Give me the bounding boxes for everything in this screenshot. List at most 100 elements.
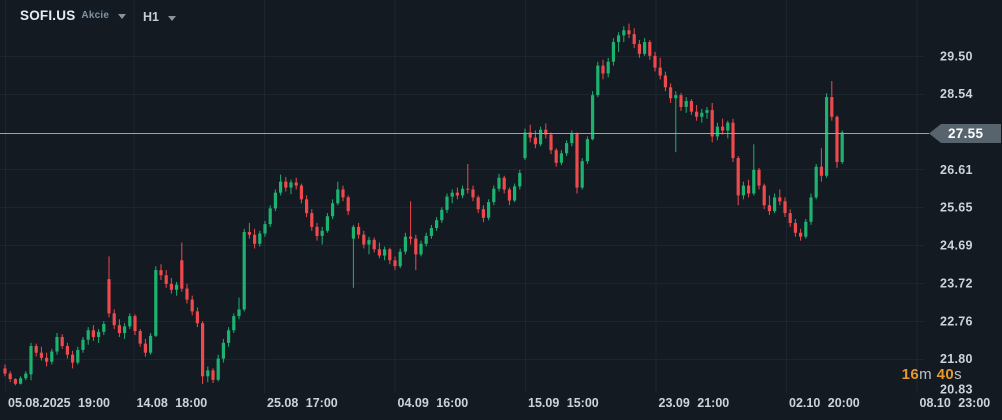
candle-body [227,330,230,343]
candle-body [118,325,121,333]
candle-body [76,350,79,363]
candle-body [581,161,584,187]
candle-body [440,210,443,220]
candle-body [716,127,719,137]
candle-body [497,178,500,189]
candle-body [154,270,157,336]
candle-body [300,186,303,200]
instrument-type-label: Akcie [81,10,109,21]
candle-body [55,337,58,352]
candle-body [279,182,282,193]
candle-body [471,190,474,198]
candle-body [492,189,495,202]
candle-body [35,346,38,353]
candle-body [165,275,168,284]
trading-chart-window: 05.08.2025 19:0014.08 18:0025.08 17:0004… [0,0,1002,420]
candle-body [695,112,698,117]
y-axis-tick-label: 25.65 [940,201,973,215]
candle-body [612,42,615,62]
candle-body [617,35,620,42]
candle-body [399,252,402,267]
candle-body [243,232,246,309]
candle-body [378,249,381,255]
candle-body [513,186,516,200]
candle-body [284,182,287,188]
time-axis[interactable]: 05.08.2025 19:0014.08 18:0025.08 17:0004… [8,396,990,410]
candle-body [565,143,568,153]
candle-body [347,197,350,211]
candle-body [367,240,370,245]
candle-body [752,170,755,194]
symbol-selector[interactable]: SOFI.US Akcie [20,8,126,23]
bar-close-countdown: 16m 40s [902,366,962,383]
timeframe-selector[interactable]: H1 [143,10,176,24]
candle-body [430,228,433,236]
candle-body [700,113,703,117]
price-axis[interactable]: 29.5028.5426.6125.6524.6923.7222.7621.80… [940,49,973,396]
candle-body [783,201,786,213]
candle-body [29,346,32,374]
candle-body [523,133,526,159]
candle-body [570,134,573,143]
candle-body [690,101,693,112]
x-axis-tick-label: 05.08.2025 19:00 [8,396,110,410]
y-axis-tick-label: 23.72 [940,277,973,291]
candle-body [180,260,183,288]
candle-body [352,227,355,239]
candle-body [555,150,558,163]
candle-body [461,189,464,196]
y-axis-tick-label: 21.80 [940,352,973,366]
candle-body [830,97,833,117]
candle-body [92,330,95,337]
candle-body [144,344,147,353]
candle-body [757,170,760,186]
candle-body [664,75,667,87]
candle-body [24,374,27,379]
candle-body [305,199,308,213]
candle-body [648,42,651,56]
candle-body [107,279,110,313]
candle-body [222,343,225,359]
candle-body [175,285,178,290]
countdown-seconds-unit: s [954,366,962,383]
candle-body [622,30,625,35]
x-axis-tick-label: 04.09 16:00 [398,396,469,410]
candle-body [196,311,199,323]
candle-body [721,127,724,131]
x-axis-tick-label: 08.10 23:00 [920,396,991,410]
candle-body [539,130,542,145]
candle-body [679,95,682,107]
candle-body [638,44,641,54]
chart-header: SOFI.US Akcie H1 [0,0,1002,30]
candle-body [232,316,235,330]
candle-body [799,233,802,237]
candle-body [742,186,745,196]
candle-body [191,300,194,312]
candle-body [40,353,43,358]
candle-body [310,213,313,227]
candlestick-chart-area[interactable]: 05.08.2025 19:0014.08 18:0025.08 17:0004… [0,0,1002,420]
candle-body [133,316,136,331]
candle-body [263,224,266,233]
candle-body [373,240,376,249]
candle-body [815,167,818,198]
candle-body [274,193,277,209]
candle-body [409,237,412,239]
candle-body [87,330,90,339]
candle-body [685,101,688,107]
chevron-down-icon [168,16,176,21]
candle-body [705,110,708,113]
candle-body [211,370,214,379]
candle-body [393,260,396,266]
candle-body [633,34,636,44]
candle-body [445,197,448,210]
candle-body [731,123,734,158]
candle-body [326,216,329,231]
y-axis-tick-label: 28.54 [940,87,973,101]
candle-body [66,346,69,355]
candle-body [128,316,131,326]
x-axis-tick-label: 14.08 18:00 [137,396,208,410]
candle-body [591,95,594,139]
x-axis-tick-label: 02.10 20:00 [789,396,860,410]
candle-body [669,87,672,98]
